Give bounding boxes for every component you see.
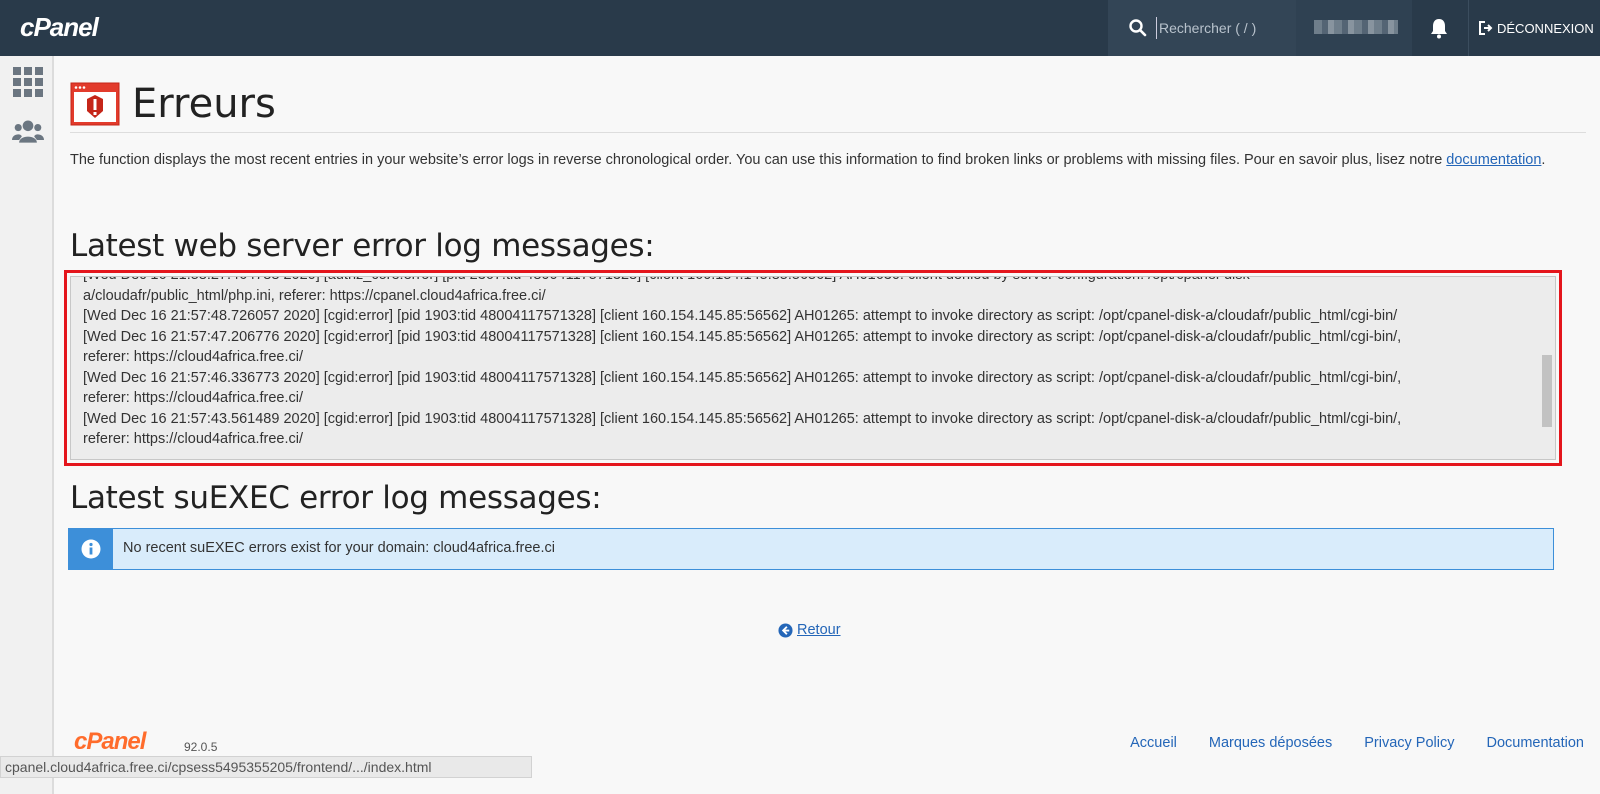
log-line: [Wed Dec 16 21:57:43.561489 2020] [cgid:… — [83, 410, 1402, 427]
cpanel-logo[interactable]: cPanel — [20, 12, 99, 43]
log-line: referer: https://cloud4africa.free.ci/ — [83, 390, 304, 406]
footer-link-accueil[interactable]: Accueil — [1130, 735, 1177, 751]
browser-status-url: cpanel.cloud4africa.free.ci/cpsess549535… — [0, 756, 532, 778]
web-log-content: [Wed Dec 16 21:58:27.464788 2020] [authz… — [83, 277, 1533, 450]
footer-link-trademarks[interactable]: Marques déposées — [1209, 735, 1332, 751]
back-link[interactable]: Retour — [778, 622, 841, 638]
page-description: The function displays the most recent en… — [70, 150, 1590, 170]
footer-link-documentation[interactable]: Documentation — [1486, 735, 1584, 751]
footer-link-privacy[interactable]: Privacy Policy — [1364, 735, 1454, 751]
error-window-icon — [70, 82, 120, 126]
search-box — [1108, 0, 1296, 56]
suexec-info-alert: No recent suEXEC errors exist for your d… — [68, 528, 1554, 570]
title-divider — [70, 132, 1586, 133]
suexec-message: No recent suEXEC errors exist for your d… — [123, 540, 555, 556]
log-line: referer: https://cloud4africa.free.ci/ — [83, 431, 304, 447]
footer-cpanel-logo[interactable]: cPanel — [74, 728, 146, 756]
documentation-link[interactable]: documentation — [1446, 152, 1541, 168]
web-log-highlight: [Wed Dec 16 21:58:27.464788 2020] [authz… — [64, 270, 1562, 466]
log-line: [Wed Dec 16 21:57:46.336773 2020] [cgid:… — [83, 369, 1402, 386]
log-line: [Wed Dec 16 21:58:27.464788 2020] [authz… — [83, 277, 1533, 286]
back-arrow-icon — [778, 622, 793, 638]
web-log-heading: Latest web server error log messages: — [70, 228, 655, 264]
username-blurred — [1314, 20, 1398, 34]
search-input[interactable] — [1156, 17, 1286, 39]
log-line: a/cloudafr/public_html/php.ini, referer:… — [83, 287, 546, 304]
footer-version: 92.0.5 — [184, 740, 218, 754]
page-title: Erreurs — [132, 81, 276, 127]
log-line: referer: https://cloud4africa.free.ci/ — [83, 349, 304, 365]
logout-button[interactable]: DÉCONNEXION — [1468, 0, 1600, 56]
suexec-heading: Latest suEXEC error log messages: — [70, 480, 602, 516]
footer-links: Accueil Marques déposées Privacy Policy … — [1130, 735, 1584, 751]
description-text: The function displays the most recent en… — [70, 152, 1447, 168]
title-row: Erreurs — [70, 74, 276, 134]
logout-icon — [1479, 21, 1493, 35]
top-bar: cPanel DÉCONNEXION — [0, 0, 1600, 56]
back-label: Retour — [797, 622, 841, 638]
apps-grid-icon[interactable] — [12, 66, 44, 98]
log-scrollbar-thumb[interactable] — [1542, 355, 1552, 427]
log-line: [Wed Dec 16 21:57:48.726057 2020] [cgid:… — [83, 308, 1398, 324]
info-icon — [81, 539, 101, 559]
search-icon — [1129, 19, 1147, 37]
logout-label: DÉCONNEXION — [1497, 20, 1594, 36]
sidebar — [0, 56, 54, 794]
user-menu[interactable] — [1296, 0, 1412, 56]
info-icon-wrapper — [69, 529, 113, 569]
users-icon[interactable] — [12, 116, 44, 148]
description-end: . — [1541, 152, 1546, 168]
web-log-textarea[interactable]: [Wed Dec 16 21:58:27.464788 2020] [authz… — [70, 276, 1556, 460]
log-line: [Wed Dec 16 21:57:47.206776 2020] [cgid:… — [83, 328, 1402, 345]
bell-icon[interactable] — [1428, 16, 1450, 40]
